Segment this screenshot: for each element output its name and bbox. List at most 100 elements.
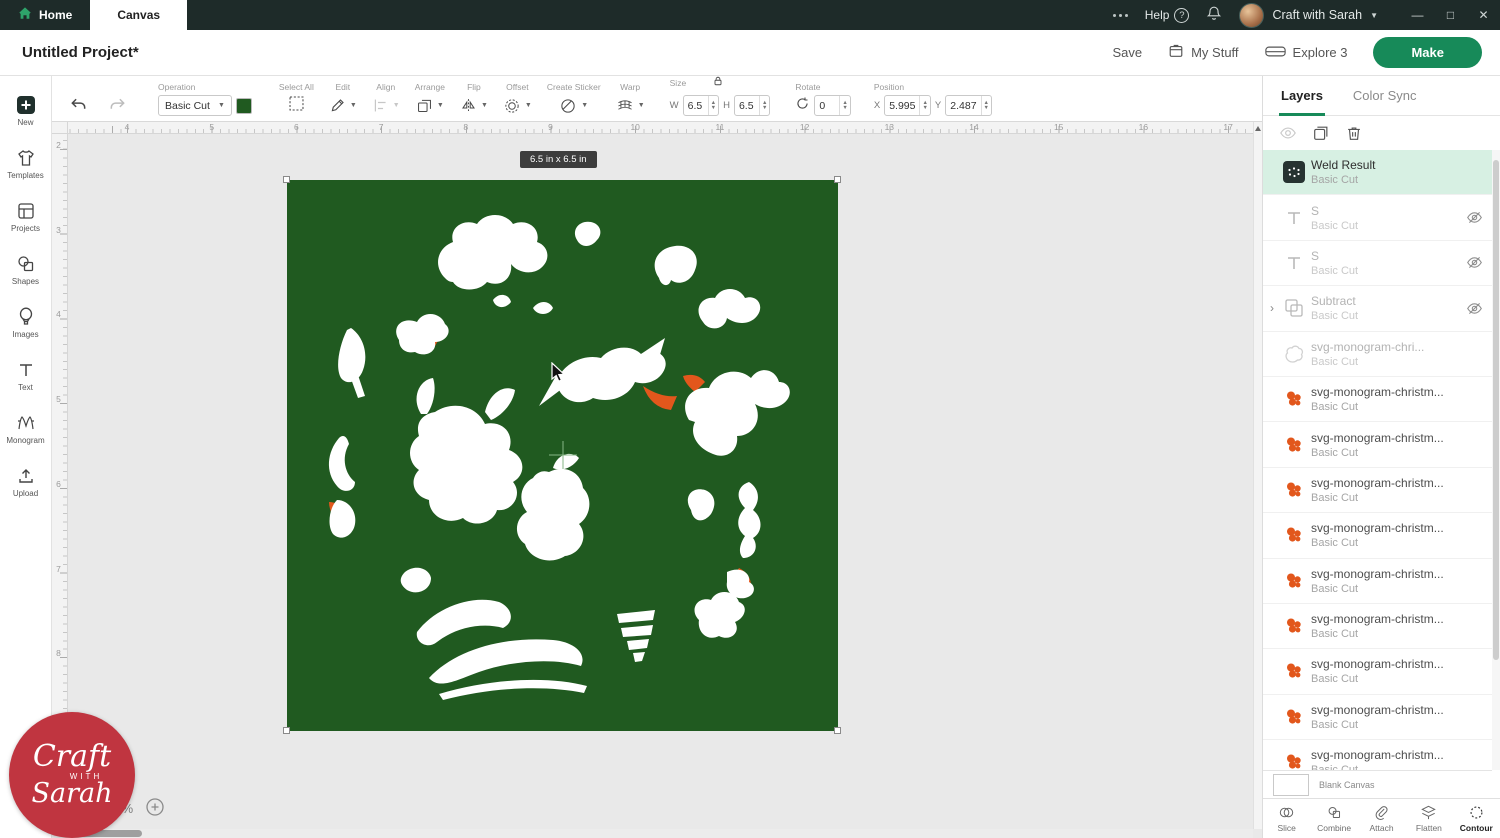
attach-button[interactable]: Attach (1358, 799, 1405, 838)
home-tab[interactable]: Home (0, 0, 90, 30)
operation-select[interactable]: Basic Cut ▼ (158, 95, 232, 116)
layer-row[interactable]: ›SBasic Cut (1263, 195, 1492, 240)
selected-design-square[interactable] (287, 180, 838, 731)
sidebar-item-upload[interactable]: Upload (0, 455, 51, 508)
width-input[interactable]: 6.5 ▲▼ (683, 95, 719, 116)
duplicate-layer-icon[interactable] (1312, 124, 1330, 142)
selection-handle-top-right[interactable] (834, 176, 841, 183)
account-menu[interactable]: Craft with Sarah ▼ (1239, 3, 1378, 28)
sidebar-item-label: New (17, 118, 33, 127)
text-icon (16, 360, 36, 380)
sidebar-item-projects[interactable]: Projects (0, 190, 51, 243)
layer-icon-holly (1281, 524, 1307, 546)
canvas-tab[interactable]: Canvas (90, 0, 187, 30)
ruler-number: 4 (117, 122, 137, 132)
color-swatch[interactable] (236, 98, 252, 114)
canvas-area[interactable]: 4567891011121314151617 2345678 6.5 in x … (52, 122, 1262, 838)
canvas-horizontal-scrollbar[interactable] (52, 829, 1253, 838)
layer-row[interactable]: ›svg-monogram-christm...Basic Cut (1263, 513, 1492, 558)
selection-handle-bottom-right[interactable] (834, 727, 841, 734)
selection-handle-bottom-left[interactable] (283, 727, 290, 734)
rotate-icon[interactable] (795, 96, 810, 116)
expand-chevron-icon[interactable]: › (1267, 301, 1277, 315)
edit-button[interactable]: ▼ (329, 95, 357, 116)
layer-row[interactable]: ›svg-monogram-christm...Basic Cut (1263, 695, 1492, 740)
zoom-in-button[interactable] (145, 797, 165, 820)
position-y-input[interactable]: 2.487 ▲▼ (945, 95, 992, 116)
selection-handle-top-left[interactable] (283, 176, 290, 183)
delete-layer-icon[interactable] (1345, 124, 1363, 142)
my-stuff-icon (1168, 43, 1184, 62)
layer-row[interactable]: ›svg-monogram-chri...Basic Cut (1263, 332, 1492, 377)
lock-ratio-icon[interactable] (712, 74, 724, 92)
blank-canvas-row[interactable]: Blank Canvas (1263, 770, 1492, 798)
create-sticker-button[interactable]: ▼ (559, 95, 588, 116)
sidebar-item-shapes[interactable]: Shapes (0, 243, 51, 296)
align-button[interactable]: ▼ (372, 95, 400, 116)
contour-button[interactable]: Contour (1453, 799, 1500, 838)
toggle-visibility-icon[interactable] (1279, 124, 1297, 142)
layer-row[interactable]: ›svg-monogram-christm...Basic Cut (1263, 740, 1492, 770)
undo-button[interactable] (66, 92, 90, 116)
layer-row[interactable]: ›Weld ResultBasic Cut (1263, 150, 1492, 195)
hidden-eye-icon[interactable] (1464, 254, 1484, 271)
chevron-down-icon: ▼ (525, 102, 532, 109)
layers-scrollbar[interactable] (1492, 150, 1500, 770)
make-button[interactable]: Make (1373, 37, 1482, 68)
sidebar-item-images[interactable]: Images (0, 296, 51, 349)
minimize-button[interactable]: — (1401, 0, 1434, 30)
layer-name: svg-monogram-christm... (1311, 748, 1484, 762)
position-x-input[interactable]: 5.995 ▲▼ (884, 95, 931, 116)
select-all-button[interactable] (287, 94, 306, 118)
layer-row[interactable]: ›SubtractBasic Cut (1263, 286, 1492, 331)
layer-row[interactable]: ›svg-monogram-christm...Basic Cut (1263, 604, 1492, 649)
maximize-button[interactable]: □ (1434, 0, 1467, 30)
tab-color-sync[interactable]: Color Sync (1351, 76, 1419, 115)
my-stuff-button[interactable]: My Stuff (1168, 43, 1238, 62)
arrange-button[interactable]: ▼ (416, 95, 444, 116)
stepper-icon[interactable]: ▲▼ (981, 96, 991, 115)
offset-button[interactable]: ▼ (503, 95, 532, 116)
canvas-vertical-scrollbar[interactable] (1253, 122, 1262, 829)
notifications-bell-icon[interactable] (1206, 5, 1222, 26)
stepper-icon[interactable]: ▲▼ (839, 96, 849, 115)
layers-scrollbar-thumb[interactable] (1493, 160, 1499, 660)
close-button[interactable]: ✕ (1467, 0, 1500, 30)
combine-icon (1326, 804, 1343, 821)
more-menu-icon[interactable] (1113, 14, 1128, 17)
sidebar-item-templates[interactable]: Templates (0, 137, 51, 190)
layer-name: svg-monogram-christm... (1311, 431, 1484, 445)
stepper-icon[interactable]: ▲▼ (919, 96, 929, 115)
blank-canvas-thumbnail[interactable] (1273, 774, 1309, 796)
flatten-button[interactable]: Flatten (1405, 799, 1452, 838)
sidebar-item-monogram[interactable]: Monogram (0, 402, 51, 455)
hidden-eye-icon[interactable] (1464, 209, 1484, 226)
height-input[interactable]: 6.5 ▲▼ (734, 95, 770, 116)
hidden-eye-icon[interactable] (1464, 300, 1484, 317)
slice-button[interactable]: Slice (1263, 799, 1310, 838)
machine-select-button[interactable]: Explore 3 (1265, 44, 1348, 62)
layer-row[interactable]: ›svg-monogram-christm...Basic Cut (1263, 422, 1492, 467)
layer-row[interactable]: ›svg-monogram-christm...Basic Cut (1263, 468, 1492, 513)
chevron-down-icon: ▼ (393, 102, 400, 109)
layer-row[interactable]: ›svg-monogram-christm...Basic Cut (1263, 377, 1492, 422)
warp-button[interactable]: ▼ (616, 95, 645, 116)
save-button[interactable]: Save (1112, 45, 1142, 60)
combine-button[interactable]: Combine (1310, 799, 1357, 838)
redo-button[interactable] (105, 92, 129, 116)
ruler-number: 11 (710, 122, 730, 132)
scroll-up-arrow-icon[interactable] (1255, 126, 1261, 131)
tab-layers[interactable]: Layers (1279, 76, 1325, 115)
sidebar-item-text[interactable]: Text (0, 349, 51, 402)
stepper-icon[interactable]: ▲▼ (708, 96, 718, 115)
chevron-down-icon: ▼ (638, 102, 645, 109)
stepper-icon[interactable]: ▲▼ (759, 96, 769, 115)
flip-button[interactable]: ▼ (460, 95, 488, 116)
sidebar-item-new[interactable]: New (0, 84, 51, 137)
layer-row[interactable]: ›svg-monogram-christm...Basic Cut (1263, 649, 1492, 694)
rotate-input[interactable]: 0 ▲▼ (814, 95, 850, 116)
layer-row[interactable]: ›SBasic Cut (1263, 241, 1492, 286)
layer-row[interactable]: ›svg-monogram-christm...Basic Cut (1263, 559, 1492, 604)
help-button[interactable]: Help ? (1145, 8, 1190, 23)
layer-icon-text (1281, 252, 1307, 274)
